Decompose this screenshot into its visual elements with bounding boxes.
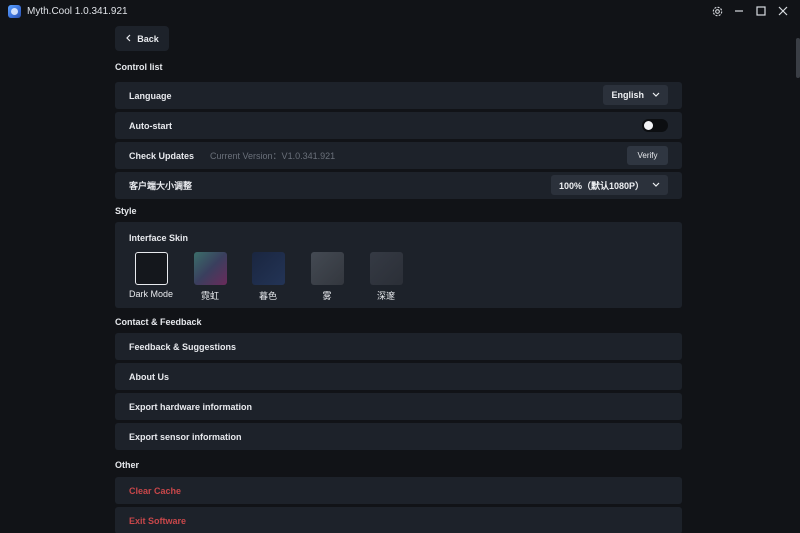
skin-label-dark-mode: Dark Mode xyxy=(128,289,173,299)
skin-swatch-neon[interactable] xyxy=(194,252,227,285)
skin-swatch-dusk[interactable] xyxy=(252,252,285,285)
export-hardware-label: Export hardware information xyxy=(129,401,253,412)
verify-button[interactable]: Verify xyxy=(627,146,668,165)
feedback-label: Feedback & Suggestions xyxy=(129,341,237,352)
maximize-icon[interactable] xyxy=(752,3,770,19)
interface-skin-panel: Interface Skin Dark Mode 霓虹 暮色 雾 深邃 xyxy=(115,222,682,308)
row-language: Language English xyxy=(115,82,682,109)
clear-cache-label: Clear Cache xyxy=(129,485,182,496)
skin-swatch-deep[interactable] xyxy=(370,252,403,285)
skin-swatch-fog[interactable] xyxy=(311,252,344,285)
current-version-text: Current Version：V1.0.341.921 xyxy=(210,151,336,161)
exit-software-item[interactable]: Exit Software xyxy=(115,507,682,533)
interface-skin-title: Interface Skin xyxy=(129,233,189,243)
chevron-down-icon xyxy=(652,180,660,190)
title-bar: Myth.Cool 1.0.341.921 xyxy=(0,0,800,22)
language-dropdown[interactable]: English xyxy=(603,85,668,105)
export-sensor-label: Export sensor information xyxy=(129,431,242,442)
language-value: English xyxy=(611,90,644,100)
section-title-control-list: Control list xyxy=(115,62,163,72)
clear-cache-item[interactable]: Clear Cache xyxy=(115,477,682,504)
app-title: Myth.Cool 1.0.341.921 xyxy=(27,5,128,17)
skin-label-neon: 霓虹 xyxy=(200,291,219,301)
section-title-style: Style xyxy=(115,206,137,216)
row-client-size: 客户端大小调整 100%（默认1080P） xyxy=(115,172,682,199)
about-us-label: About Us xyxy=(129,371,169,382)
close-icon[interactable] xyxy=(774,3,792,19)
autostart-label: Auto-start xyxy=(129,120,172,131)
export-hardware-item[interactable]: Export hardware information xyxy=(115,393,682,420)
skin-label-deep: 深邃 xyxy=(376,291,395,301)
back-button[interactable]: Back xyxy=(115,26,169,51)
scrollbar-thumb[interactable] xyxy=(796,38,800,78)
client-size-value: 100%（默认1080P） xyxy=(558,180,644,191)
autostart-toggle[interactable] xyxy=(642,119,668,132)
feedback-suggestions-item[interactable]: Feedback & Suggestions xyxy=(115,333,682,360)
window-controls xyxy=(708,3,792,19)
row-autostart: Auto-start xyxy=(115,112,682,139)
check-updates-label: Check Updates xyxy=(129,150,195,161)
language-label: Language xyxy=(129,90,172,101)
export-sensor-item[interactable]: Export sensor information xyxy=(115,423,682,450)
skin-label-fog: 雾 xyxy=(322,291,332,301)
about-us-item[interactable]: About Us xyxy=(115,363,682,390)
settings-icon[interactable] xyxy=(708,3,726,19)
app-logo xyxy=(8,4,21,18)
section-title-contact: Contact & Feedback xyxy=(115,317,202,327)
client-size-label: 客户端大小调整 xyxy=(129,181,193,191)
client-size-dropdown[interactable]: 100%（默认1080P） xyxy=(550,175,668,195)
back-label: Back xyxy=(137,33,159,44)
chevron-left-icon xyxy=(125,34,131,44)
section-title-other: Other xyxy=(115,460,140,470)
toggle-knob xyxy=(644,121,653,130)
row-check-updates: Check Updates Current Version：V1.0.341.9… xyxy=(115,142,682,169)
minimize-icon[interactable] xyxy=(730,3,748,19)
skin-label-dusk: 暮色 xyxy=(258,291,277,301)
chevron-down-icon xyxy=(652,90,660,100)
skin-swatch-dark-mode[interactable] xyxy=(135,252,168,285)
exit-software-label: Exit Software xyxy=(129,515,187,526)
